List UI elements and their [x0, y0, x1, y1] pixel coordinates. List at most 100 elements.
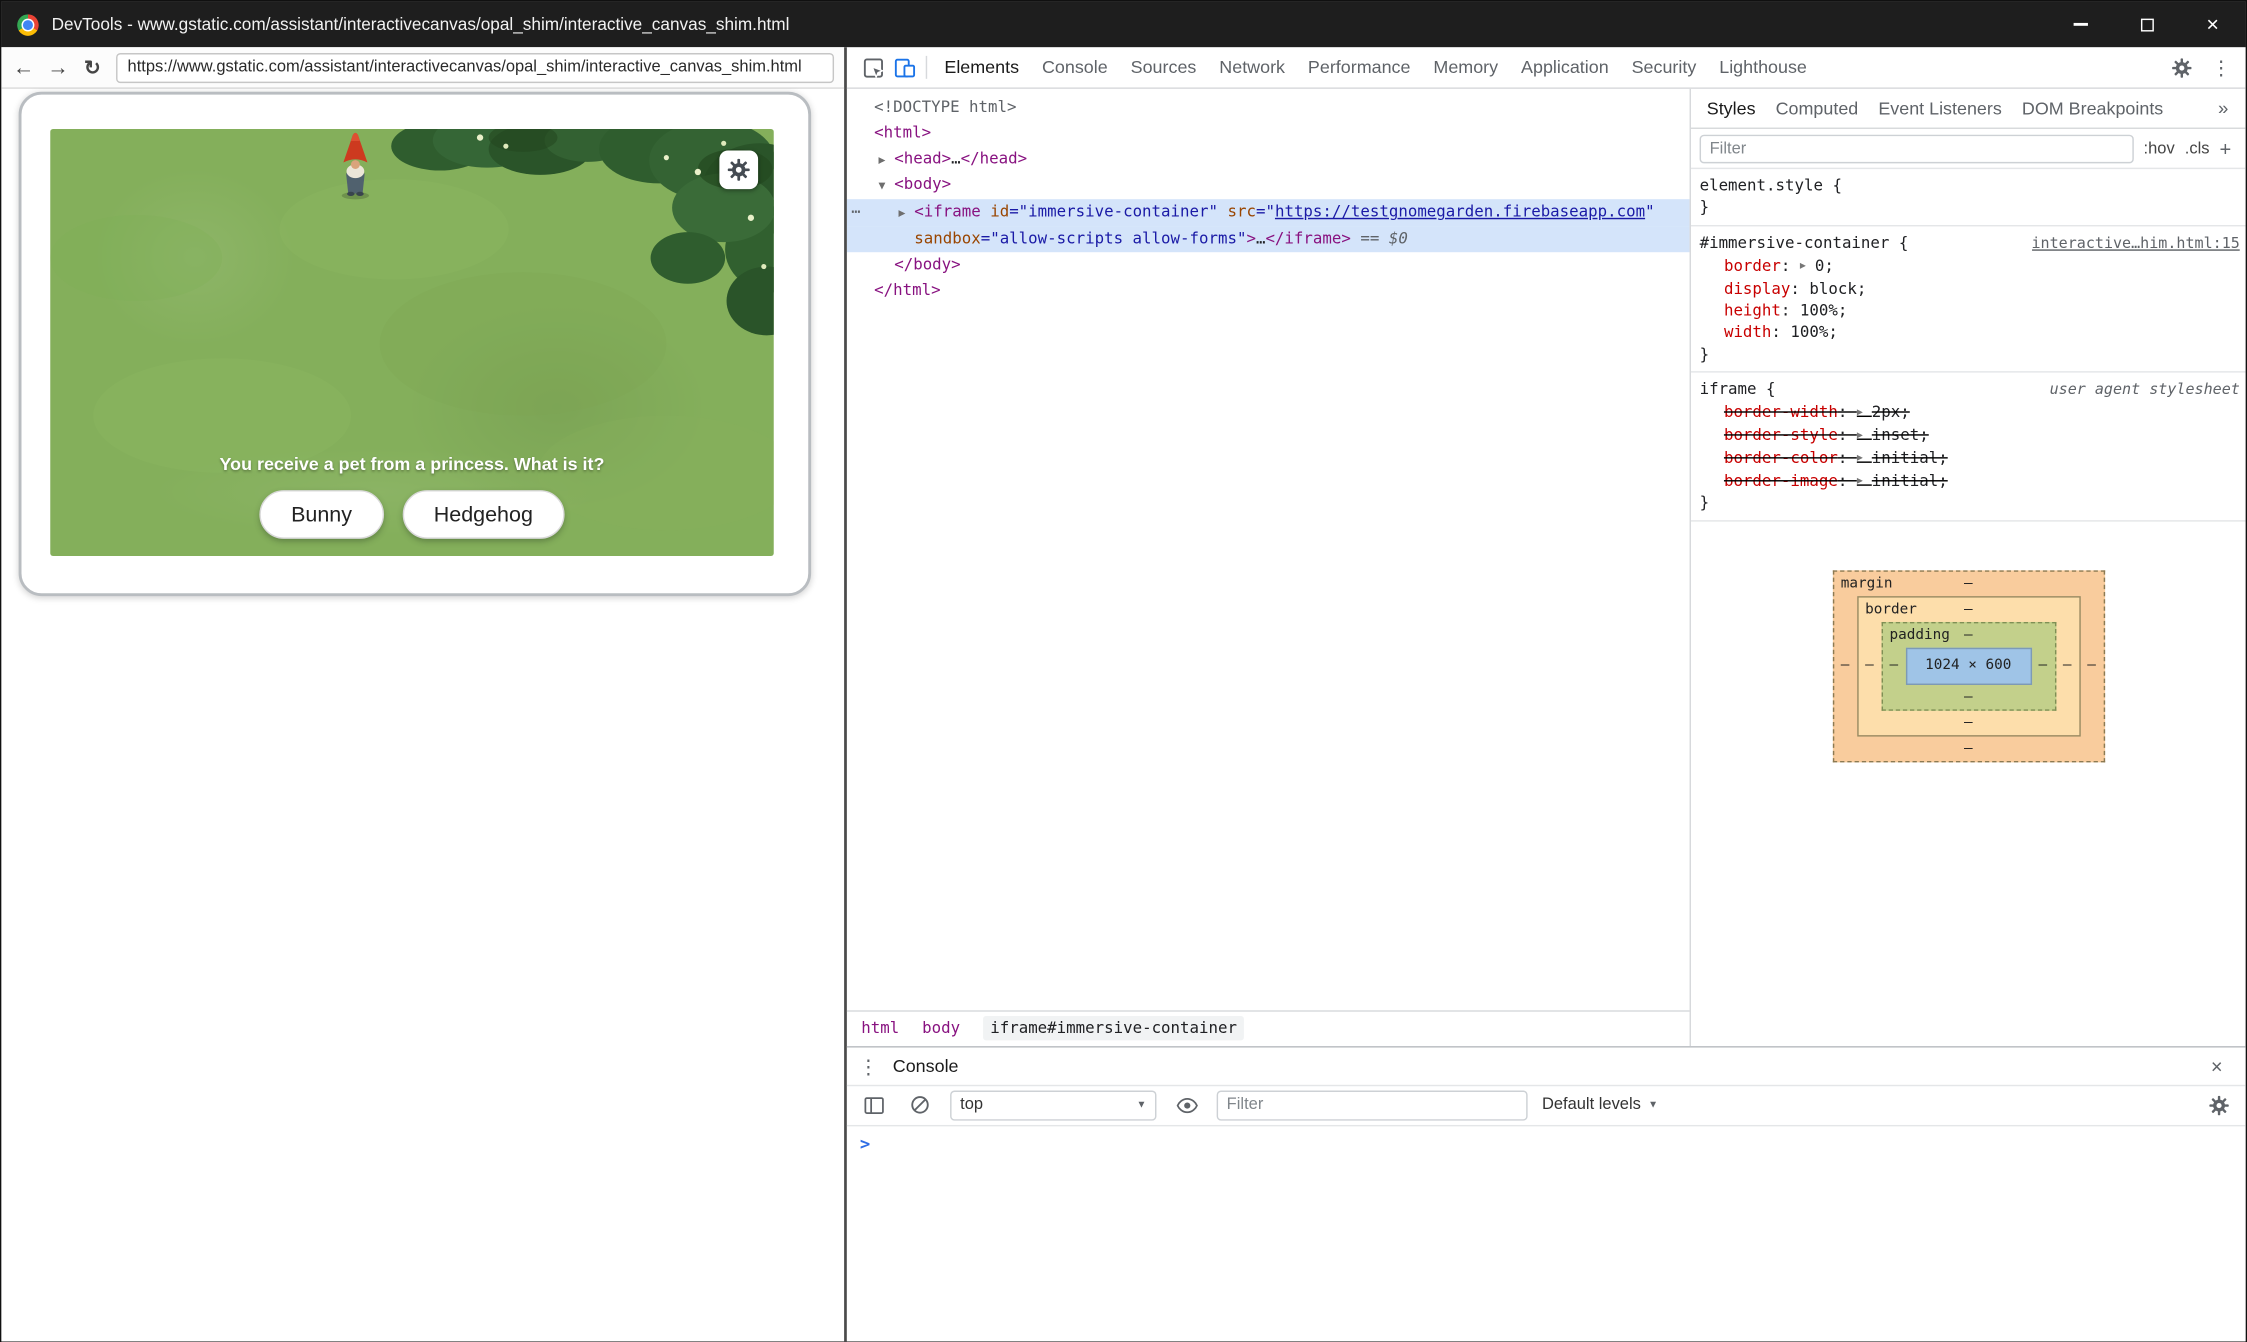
dom-tree-line[interactable]: ⋯▶<iframe id="immersive-container" src="… — [847, 199, 1690, 226]
css-declaration[interactable]: height: 100%; — [1700, 299, 2240, 321]
margin-top-value[interactable]: – — [1964, 576, 1973, 592]
game-settings-button[interactable] — [719, 150, 758, 189]
console-sidebar-button[interactable] — [858, 1089, 890, 1121]
dom-tree-line[interactable]: sandbox="allow-scripts allow-forms">…</i… — [847, 226, 1690, 252]
crumb-iframe-immersive-container[interactable]: iframe#immersive-container — [983, 1016, 1244, 1040]
border-bottom-value[interactable]: – — [1964, 715, 1973, 731]
declaration-text: border-image: ▶ initial; — [1724, 471, 1948, 490]
tab-console[interactable]: Console — [1031, 47, 1120, 87]
title-bar: DevTools - www.gstatic.com/assistant/int… — [1, 1, 2245, 47]
box-model-content[interactable]: 1024 × 600 — [1905, 647, 2031, 684]
declaration-text: border-style: ▶ inset; — [1724, 426, 1929, 445]
devtools-menu-icon[interactable]: ⋮ — [2205, 52, 2237, 84]
live-expression-button[interactable] — [1171, 1089, 1203, 1121]
css-declaration[interactable]: display: block; — [1700, 278, 2240, 300]
styles-filter-input[interactable]: Filter — [1700, 134, 2134, 163]
padding-bottom-value[interactable]: – — [1964, 689, 1973, 705]
margin-left-value[interactable]: – — [1834, 658, 1857, 674]
border-left-value[interactable]: – — [1858, 658, 1881, 674]
code-token: ▶ — [1857, 407, 1872, 418]
close-drawer-icon[interactable]: × — [2194, 1054, 2240, 1077]
rule-selector[interactable]: iframe { — [1700, 378, 1776, 400]
elements-pane: <!DOCTYPE html><html>▶<head>…</head>▼<bo… — [847, 89, 1690, 1046]
dom-tree-line[interactable]: <html> — [847, 120, 1690, 146]
minimize-button[interactable] — [2048, 1, 2114, 47]
tab-security[interactable]: Security — [1620, 47, 1708, 87]
border-top-value[interactable]: – — [1964, 601, 1973, 617]
crumb-body[interactable]: body — [922, 1019, 960, 1038]
css-declaration[interactable]: border: ▶ 0; — [1700, 255, 2240, 278]
tab-computed[interactable]: Computed — [1766, 98, 1869, 118]
tab-styles[interactable]: Styles — [1697, 98, 1766, 118]
dom-tree-line[interactable]: <!DOCTYPE html> — [847, 95, 1690, 121]
tab-network[interactable]: Network — [1208, 47, 1297, 87]
more-tabs-icon[interactable]: » — [2218, 97, 2240, 118]
padding-right-value[interactable]: – — [2031, 658, 2054, 674]
reload-button[interactable]: ↻ — [77, 52, 107, 82]
css-declaration[interactable]: border-width: ▶ 2px; — [1700, 401, 2240, 424]
dom-tree-line[interactable]: </body> — [847, 252, 1690, 278]
rule-header: element.style { — [1700, 175, 2240, 197]
device-frame: You receive a pet from a princess. What … — [19, 92, 811, 596]
device-toolbar-button[interactable] — [888, 52, 920, 84]
console-settings-button[interactable] — [2203, 1089, 2235, 1121]
crumb-html[interactable]: html — [861, 1019, 899, 1038]
tab-performance[interactable]: Performance — [1296, 47, 1421, 87]
new-style-rule-icon[interactable]: + — [2220, 137, 2237, 160]
margin-bottom-value[interactable]: – — [1964, 740, 1973, 756]
url-text: https://www.gstatic.com/assistant/intera… — [128, 59, 802, 76]
padding-top-value[interactable]: – — [1964, 627, 1973, 643]
element-classes-button[interactable]: .cls — [2185, 140, 2210, 157]
code-token: <body> — [894, 175, 951, 194]
inspect-element-button[interactable] — [857, 52, 889, 84]
css-declaration[interactable]: border-color: ▶ initial; — [1700, 447, 2240, 470]
dom-tree-line[interactable]: ▶<head>…</head> — [847, 146, 1690, 173]
box-model-border[interactable]: border – – padding — [1857, 596, 2081, 736]
devtools-settings-button[interactable] — [2165, 52, 2197, 84]
rule-selector[interactable]: element.style { — [1700, 175, 1842, 197]
back-button[interactable]: ← — [9, 52, 39, 82]
padding-left-value[interactable]: – — [1882, 658, 1905, 674]
main-area: ← → ↻ https://www.gstatic.com/assistant/… — [1, 47, 2245, 1340]
box-model-margin[interactable]: margin – – border – — [1832, 570, 2104, 762]
clear-console-button[interactable] — [904, 1089, 936, 1121]
tab-dom-breakpoints[interactable]: DOM Breakpoints — [2012, 98, 2173, 118]
bunny-button[interactable]: Bunny — [260, 490, 384, 539]
stylesheet-link[interactable]: interactive…him.html:15 — [2031, 233, 2239, 255]
hedgehog-button[interactable]: Hedgehog — [402, 490, 564, 539]
forward-button[interactable]: → — [43, 52, 73, 82]
tab-sources[interactable]: Sources — [1119, 47, 1208, 87]
tab-lighthouse[interactable]: Lighthouse — [1708, 47, 1819, 87]
css-declaration[interactable]: width: 100%; — [1700, 321, 2240, 343]
toggle-element-state-button[interactable]: :hov — [2144, 140, 2175, 157]
border-right-value[interactable]: – — [2056, 658, 2079, 674]
dom-tree-line[interactable]: ▼<body> — [847, 173, 1690, 200]
device-toolbar-icon — [894, 57, 915, 78]
console-filter-input[interactable]: Filter — [1217, 1090, 1528, 1120]
node-options-icon[interactable]: ⋯ — [851, 199, 860, 225]
disclosure-collapsed-icon[interactable]: ▶ — [899, 201, 915, 227]
log-levels-dropdown[interactable]: Default levels ▼ — [1542, 1096, 1658, 1113]
execution-context-selector[interactable]: top ▼ — [950, 1090, 1156, 1120]
margin-right-value[interactable]: – — [2080, 658, 2103, 674]
css-declaration[interactable]: border-style: ▶ inset; — [1700, 424, 2240, 447]
dom-tree-line[interactable]: </html> — [847, 277, 1690, 303]
drawer-menu-icon[interactable]: ⋮ — [853, 1050, 885, 1082]
style-rules-list: element.style {}#immersive-container {in… — [1691, 169, 2246, 521]
css-declaration[interactable]: border-image: ▶ initial; — [1700, 469, 2240, 492]
close-window-button[interactable]: × — [2180, 1, 2246, 47]
tab-event-listeners[interactable]: Event Listeners — [1868, 98, 2012, 118]
tab-elements[interactable]: Elements — [933, 47, 1031, 87]
box-model-padding[interactable]: padding – – 1024 × 600 — [1881, 621, 2056, 710]
tab-memory[interactable]: Memory — [1422, 47, 1510, 87]
address-bar[interactable]: https://www.gstatic.com/assistant/intera… — [116, 52, 834, 82]
tab-console-drawer[interactable]: Console — [884, 1055, 967, 1075]
console-prompt[interactable]: > — [847, 1126, 2246, 1341]
rule-selector[interactable]: #immersive-container { — [1700, 232, 1909, 254]
tab-application[interactable]: Application — [1510, 47, 1621, 87]
chevron-down-icon: ▼ — [1136, 1100, 1146, 1110]
disclosure-expanded-icon[interactable]: ▼ — [878, 174, 894, 200]
maximize-button[interactable] — [2114, 1, 2180, 47]
disclosure-collapsed-icon[interactable]: ▶ — [878, 147, 894, 173]
attribute-link[interactable]: https://testgnomegarden.firebaseapp.com — [1275, 202, 1645, 221]
